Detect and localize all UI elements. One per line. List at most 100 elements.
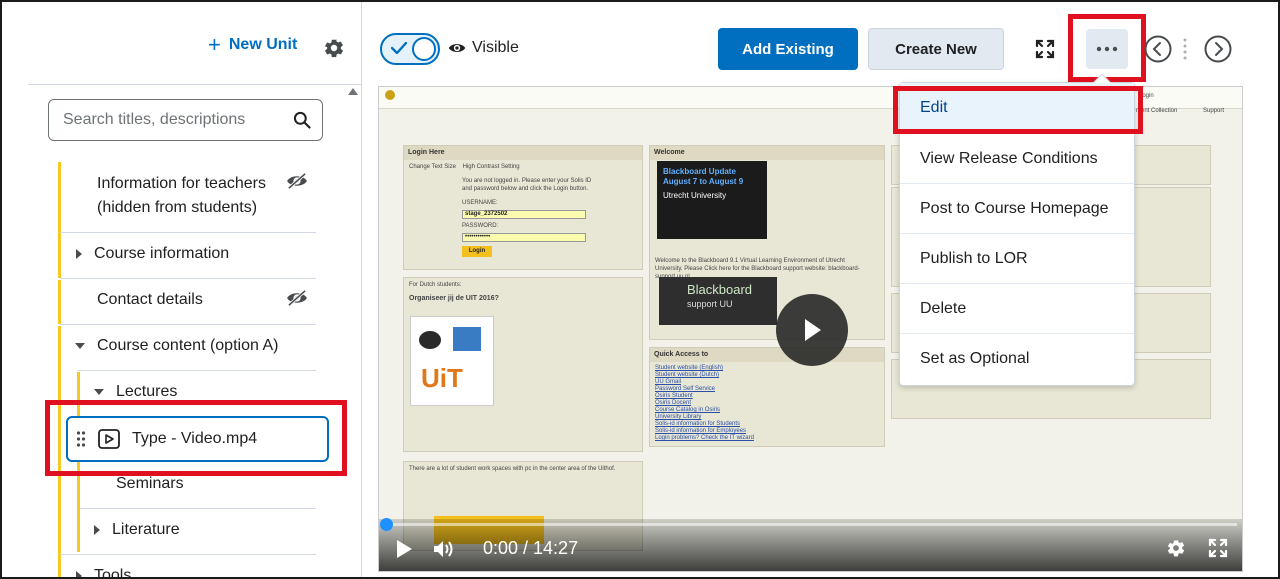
new-unit-label: New Unit [228, 36, 298, 53]
tree-item-label: Lectures [116, 383, 178, 400]
highlight-box [893, 86, 1143, 134]
expand-arrow-icon[interactable] [76, 248, 82, 259]
collapse-arrow-icon[interactable] [75, 342, 85, 349]
tree-item-tools[interactable]: Tools [76, 564, 131, 577]
collapse-arrow-icon[interactable] [94, 388, 104, 395]
tree-item-contact-details[interactable]: Contact details [97, 288, 203, 312]
preview-quick-access-panel: Quick Access to Student website (English… [649, 347, 885, 447]
preview-link: Student website (English) [655, 365, 724, 371]
next-item-icon[interactable] [1204, 35, 1232, 63]
preview-link: Osiris Docent [655, 400, 692, 406]
highlight-box [1068, 14, 1146, 82]
search-box [48, 99, 323, 141]
highlight-box [45, 400, 347, 476]
tree-item-seminars[interactable]: Seminars [116, 472, 184, 496]
tree-divider [60, 554, 316, 555]
tree-item-label: Seminars [116, 475, 184, 492]
menu-item-set-as-optional[interactable]: Set as Optional [900, 333, 1134, 383]
preview-panel-title: Quick Access to [650, 348, 884, 362]
preview-login-button: Login [462, 246, 492, 257]
preview-panel-title: Welcome [650, 146, 884, 160]
preview-uit-title: Organiseer jij de UIT 2016? [409, 295, 499, 302]
menu-item-delete[interactable]: Delete [900, 283, 1134, 333]
menu-item-view-release-conditions[interactable]: View Release Conditions [900, 133, 1134, 183]
fullscreen-icon[interactable] [1035, 39, 1055, 59]
preview-nav-support: Support [1203, 108, 1225, 114]
new-unit-button[interactable]: + New Unit [208, 32, 298, 57]
preview-link: Course Catalog in Osiris [655, 407, 721, 413]
preview-link: UU Gmail [655, 379, 682, 385]
preview-link: Login problems? Check the IT wizard [655, 435, 754, 441]
eye-slash-icon [287, 289, 307, 307]
video-controls: 0:00 / 14:27 [379, 518, 1242, 571]
preview-login-panel: Login Here Change Text Size High Contras… [403, 145, 643, 270]
video-time: 0:00 / 14:27 [483, 538, 579, 558]
tree-item-course-information[interactable]: Course information [76, 242, 229, 266]
volume-icon[interactable] [433, 540, 455, 558]
eye-icon [448, 44, 466, 52]
preview-embedded-video: Blackboard Update August 7 to August 9 U… [657, 161, 767, 239]
menu-item-publish-to-lor[interactable]: Publish to LOR [900, 233, 1134, 283]
settings-gear-icon[interactable] [1166, 538, 1186, 558]
progress-handle[interactable] [380, 518, 393, 531]
panel-divider [28, 84, 362, 85]
tree-item-course-content[interactable]: Course content (option A) [75, 334, 278, 358]
expand-arrow-icon[interactable] [76, 570, 82, 577]
table-of-contents-panel: + New Unit Information for teachers (hid… [2, 2, 362, 577]
preview-login-text: You are not logged in. Please enter your… [462, 178, 592, 192]
preview-password-label: PASSWORD: [462, 223, 499, 229]
app-window: + New Unit Information for teachers (hid… [0, 0, 1280, 579]
gear-icon[interactable] [323, 37, 345, 59]
tree-bar [58, 162, 61, 234]
scroll-up-arrow[interactable] [348, 88, 358, 95]
bb-logo-subtext: support UU [687, 299, 733, 309]
play-button-overlay[interactable] [776, 294, 848, 366]
preview-link: Password Self Service [655, 386, 716, 392]
tree-divider [80, 508, 316, 509]
bb-logo-text: Blackboard [687, 282, 753, 297]
tree-item-label: Course information [94, 245, 230, 262]
check-icon [391, 42, 407, 54]
plus-icon: + [208, 32, 221, 57]
preview-username-label: USERNAME: [462, 200, 498, 206]
previous-item-icon[interactable] [1144, 35, 1172, 63]
university-seal-icon [385, 90, 395, 100]
visibility-toggle[interactable] [380, 33, 440, 65]
blackboard-support-logo: Blackboard support UU [659, 277, 777, 325]
tree-item-label: Course content (option A) [97, 337, 279, 354]
eye-slash-icon [287, 172, 307, 190]
tree-bar [58, 280, 61, 324]
preview-link: Solis-id information for Employees [655, 428, 747, 434]
tree-bar [58, 234, 61, 278]
preview-link: High Contrast Setting [462, 164, 520, 170]
uit-poster-image: UiT [410, 316, 494, 406]
search-input[interactable] [63, 111, 283, 129]
play-icon[interactable] [395, 539, 413, 559]
preview-quick-links: Student website (English) Student websit… [650, 362, 884, 445]
tree-divider [60, 278, 316, 279]
preview-link: University Library [655, 414, 702, 420]
menu-item-post-to-course-homepage[interactable]: Post to Course Homepage [900, 183, 1134, 233]
tree-item-label: Contact details [97, 291, 203, 308]
tree-item-teachers-info[interactable]: Information for teachers (hidden from st… [97, 172, 287, 220]
video-fullscreen-icon[interactable] [1208, 538, 1228, 558]
visibility-label: Visible [472, 39, 519, 56]
create-new-button[interactable]: Create New [868, 28, 1004, 70]
preview-dutch-title: For Dutch students: [409, 282, 462, 288]
search-icon[interactable] [292, 110, 312, 130]
toggle-knob [412, 37, 436, 61]
video-progress-bar[interactable] [380, 518, 1237, 531]
preview-dutch-panel: For Dutch students: Organiseer jij de UI… [403, 277, 643, 452]
add-existing-button[interactable]: Add Existing [718, 28, 858, 70]
preview-video-title: Blackboard Update August 7 to August 9 [663, 167, 744, 186]
expand-arrow-icon[interactable] [94, 524, 100, 535]
preview-link: Solis-id information for Students [655, 421, 741, 427]
tree-item-literature[interactable]: Literature [94, 518, 180, 542]
preview-link: Osiris Student [655, 393, 693, 399]
tree-item-label: Literature [112, 521, 180, 538]
preview-video-source: Utrecht University [663, 191, 727, 200]
tree-divider [60, 232, 316, 233]
preview-workspace-text: There are a lot of student work spaces w… [409, 466, 616, 472]
preview-link: Student website (Dutch) [655, 372, 720, 378]
preview-link: Change Text Size [409, 164, 456, 170]
